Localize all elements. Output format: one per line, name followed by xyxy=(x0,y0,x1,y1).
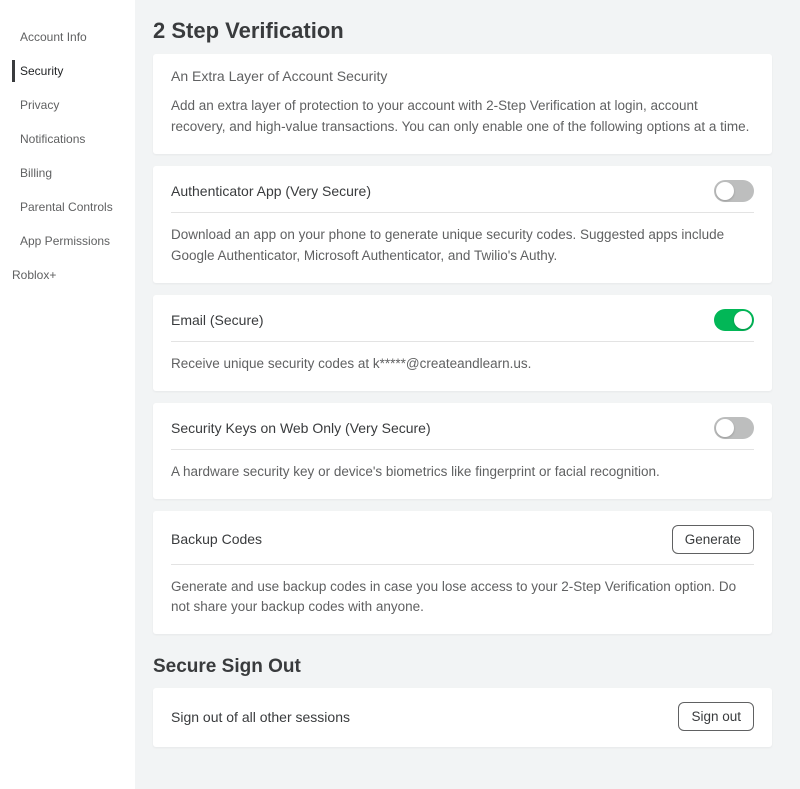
card-title: Backup Codes xyxy=(171,531,262,547)
backup-codes-card: Backup Codes Generate Generate and use b… xyxy=(153,511,772,635)
section-heading-2sv: 2 Step Verification xyxy=(153,18,772,44)
toggle-knob-icon xyxy=(734,311,752,329)
card-title: Security Keys on Web Only (Very Secure) xyxy=(171,420,431,436)
sidebar-item-label: Parental Controls xyxy=(20,200,113,214)
sidebar-item-account-info[interactable]: Account Info xyxy=(0,20,135,54)
sidebar-item-label: Billing xyxy=(20,166,52,180)
email-card: Email (Secure) Receive unique security c… xyxy=(153,295,772,391)
sidebar-item-label: Notifications xyxy=(20,132,85,146)
generate-button[interactable]: Generate xyxy=(672,525,754,554)
card-desc: Download an app on your phone to generat… xyxy=(171,213,754,267)
sidebar-item-label: Privacy xyxy=(20,98,59,112)
card-title: Authenticator App (Very Secure) xyxy=(171,183,371,199)
sidebar-item-billing[interactable]: Billing xyxy=(0,156,135,190)
card-desc: Receive unique security codes at k*****@… xyxy=(171,342,754,375)
card-title: Email (Secure) xyxy=(171,312,264,328)
sidebar-item-privacy[interactable]: Privacy xyxy=(0,88,135,122)
card-desc: Generate and use backup codes in case yo… xyxy=(171,565,754,619)
intro-card: An Extra Layer of Account Security Add a… xyxy=(153,54,772,154)
sidebar-item-notifications[interactable]: Notifications xyxy=(0,122,135,156)
settings-sidebar: Account Info Security Privacy Notificati… xyxy=(0,0,135,789)
sidebar-item-parental-controls[interactable]: Parental Controls xyxy=(0,190,135,224)
security-keys-card: Security Keys on Web Only (Very Secure) … xyxy=(153,403,772,499)
signout-card: Sign out of all other sessions Sign out xyxy=(153,688,772,747)
sidebar-item-app-permissions[interactable]: App Permissions xyxy=(0,224,135,258)
email-toggle[interactable] xyxy=(714,309,754,331)
toggle-knob-icon xyxy=(716,419,734,437)
sidebar-item-label: Security xyxy=(20,64,63,78)
sidebar-item-label: Roblox+ xyxy=(12,268,56,282)
sidebar-item-security[interactable]: Security xyxy=(0,54,135,88)
sidebar-item-label: Account Info xyxy=(20,30,87,44)
card-desc: A hardware security key or device's biom… xyxy=(171,450,754,483)
main-content: 2 Step Verification An Extra Layer of Ac… xyxy=(135,0,800,789)
intro-desc: Add an extra layer of protection to your… xyxy=(171,96,754,138)
sidebar-item-roblox-plus[interactable]: Roblox+ xyxy=(0,258,135,292)
intro-title: An Extra Layer of Account Security xyxy=(171,68,754,84)
authenticator-app-card: Authenticator App (Very Secure) Download… xyxy=(153,166,772,283)
security-keys-toggle[interactable] xyxy=(714,417,754,439)
toggle-knob-icon xyxy=(716,182,734,200)
authenticator-app-toggle[interactable] xyxy=(714,180,754,202)
sidebar-item-label: App Permissions xyxy=(20,234,110,248)
section-heading-signout: Secure Sign Out xyxy=(153,656,772,678)
sign-out-button[interactable]: Sign out xyxy=(678,702,754,731)
card-title: Sign out of all other sessions xyxy=(171,709,350,725)
